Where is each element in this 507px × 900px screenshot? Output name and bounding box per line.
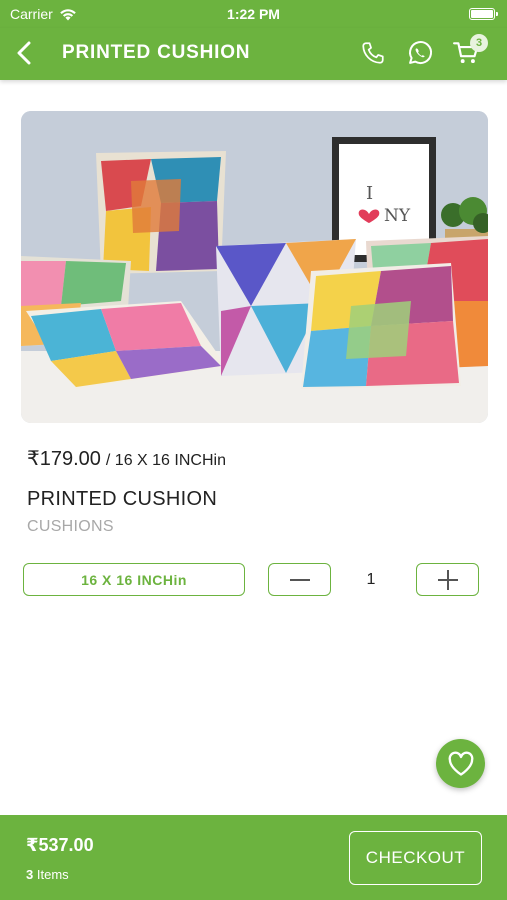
item-count-number: 3 [26, 867, 34, 882]
price-row: ₹179.00 / 16 X 16 INCHin [27, 446, 226, 471]
battery-icon [469, 8, 498, 20]
cart-total: ₹537.00 [26, 835, 94, 855]
minus-icon [289, 578, 310, 581]
status-time: 1:22 PM [227, 6, 280, 22]
back-button[interactable] [10, 38, 38, 68]
price-unit: / 16 X 16 INCHin [105, 452, 226, 469]
product-category: CUSHIONS [27, 518, 114, 535]
whatsapp-icon [409, 41, 433, 65]
frame-text-i: I [366, 183, 373, 204]
decrease-quantity-button[interactable] [268, 563, 331, 596]
heart-icon [448, 751, 473, 776]
call-button[interactable] [358, 38, 388, 68]
app-header: PRINTED CUSHION 3 [0, 28, 507, 80]
status-bar: Carrier 1:22 PM [0, 0, 507, 28]
product-image: I NY [21, 111, 488, 423]
phone-icon [362, 42, 384, 64]
variant-select-button[interactable]: 16 X 16 INCHin [23, 563, 245, 596]
back-chevron-icon [17, 41, 31, 65]
cushion-photo: I NY [21, 111, 488, 423]
product-name: PRINTED CUSHION [27, 488, 218, 510]
plus-icon [437, 569, 458, 590]
frame-text-ny: NY [384, 206, 411, 226]
whatsapp-button[interactable] [405, 38, 435, 68]
cart-item-count: 3 Items [26, 867, 69, 882]
product-price: ₹179.00 [27, 448, 101, 470]
checkout-button[interactable]: CHECKOUT [349, 831, 482, 885]
items-label: Items [36, 867, 69, 882]
cart-count-badge: 3 [470, 34, 488, 52]
favorite-button[interactable] [436, 739, 485, 788]
quantity-value: 1 [366, 571, 376, 588]
page-title: PRINTED CUSHION [62, 42, 251, 63]
cart-footer: ₹537.00 3 Items CHECKOUT [0, 815, 507, 900]
increase-quantity-button[interactable] [416, 563, 479, 596]
